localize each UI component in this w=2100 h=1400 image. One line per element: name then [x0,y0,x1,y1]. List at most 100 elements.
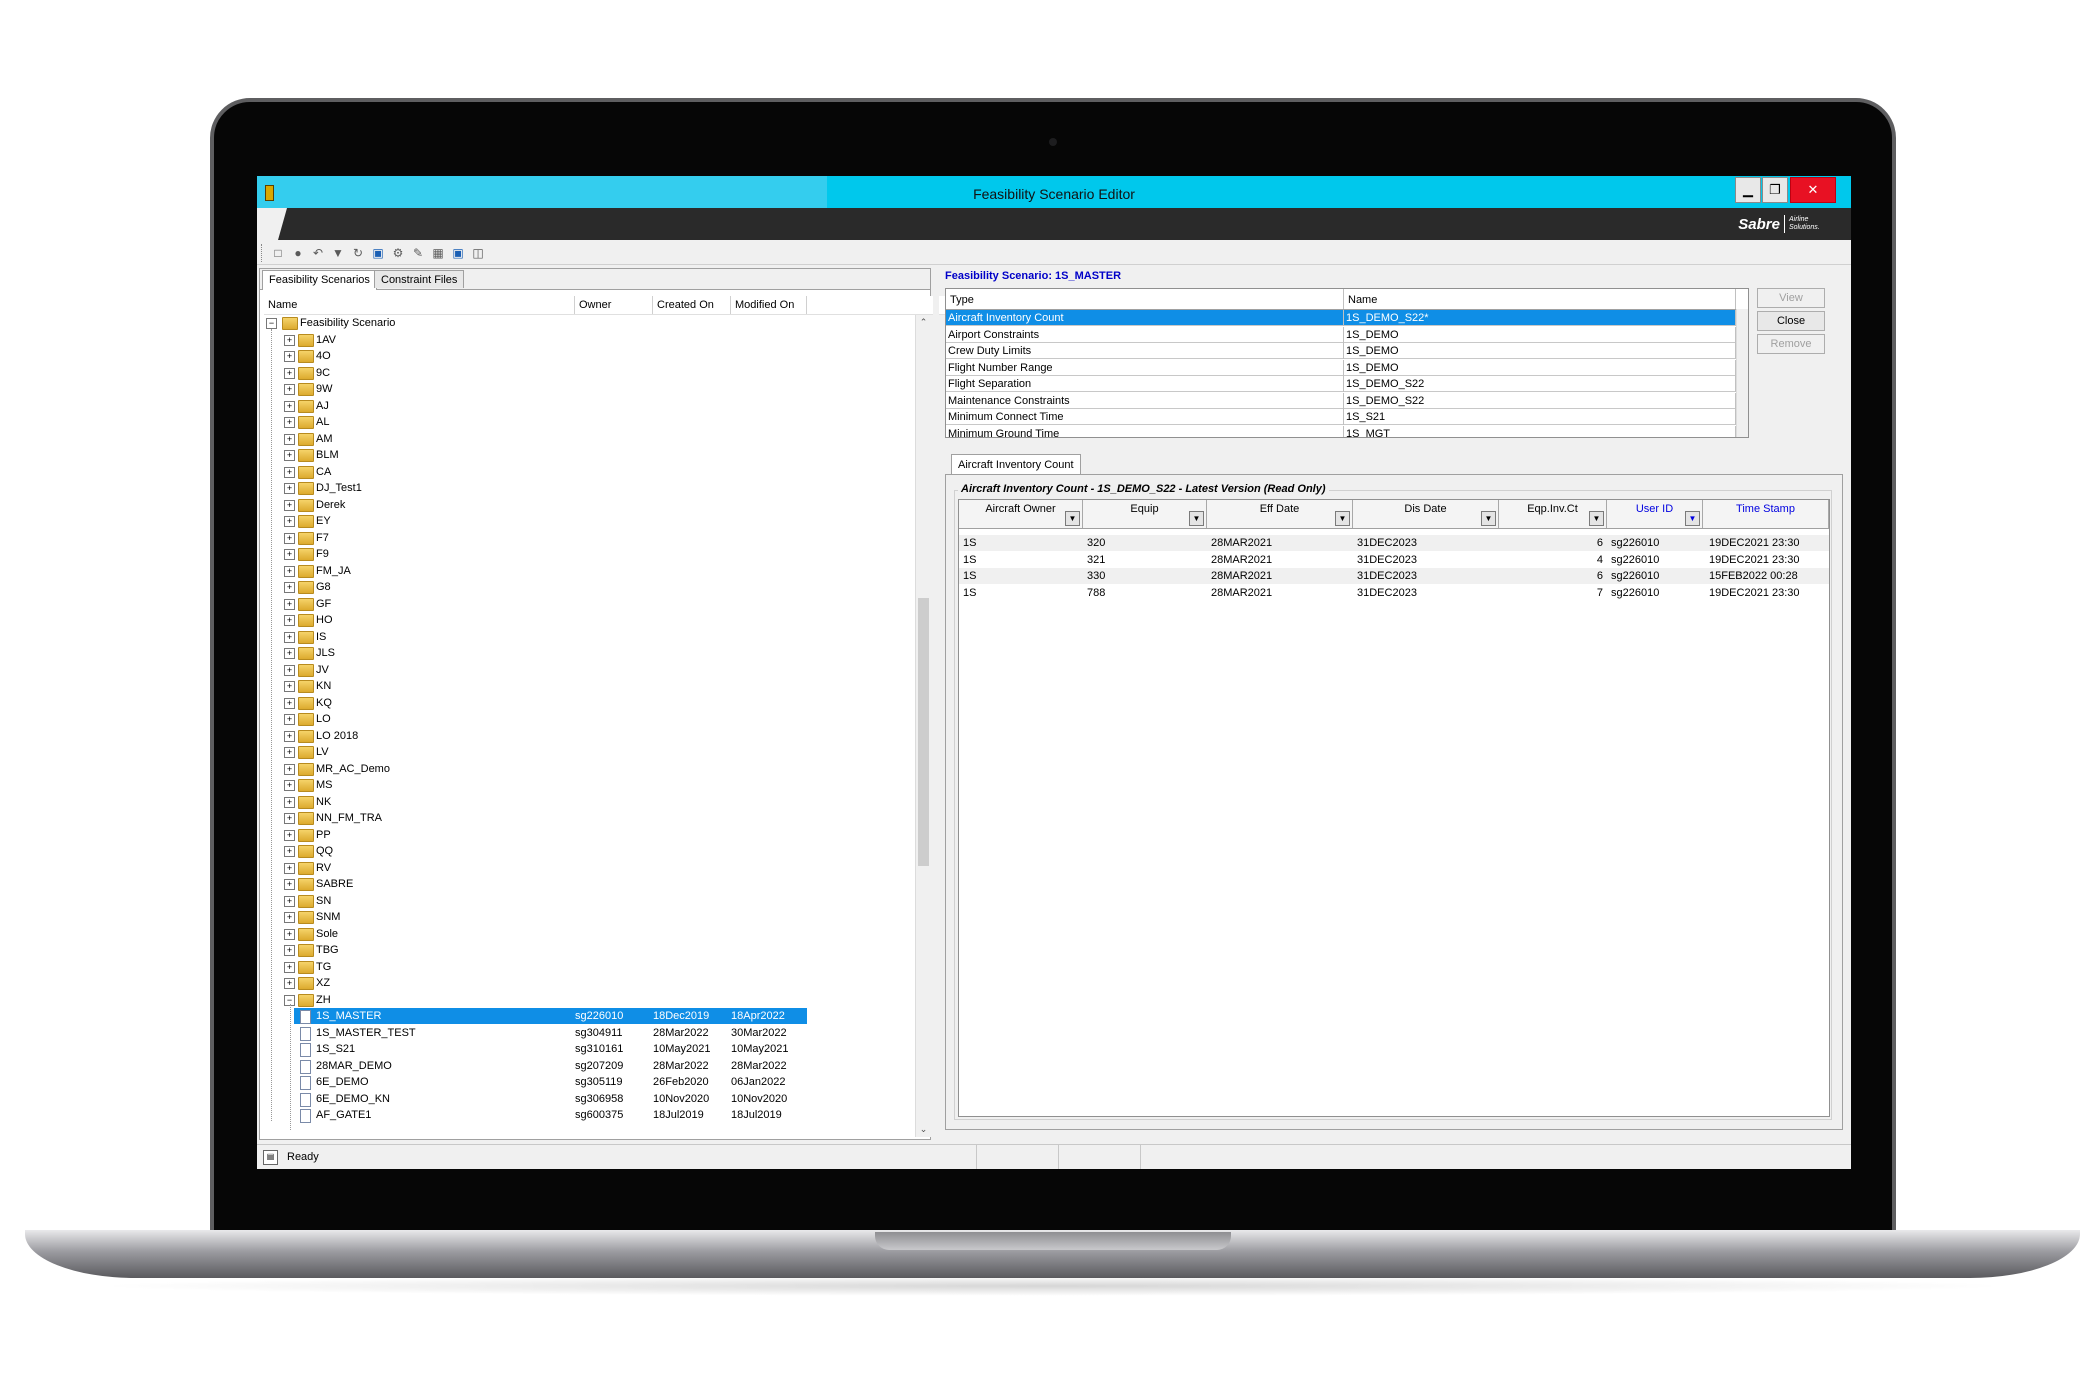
toolbar-grip[interactable] [261,244,265,262]
column-owner[interactable]: Owner [575,296,653,314]
tree-file[interactable]: 6E_DEMO_KN sg306958 10Nov2020 10Nov2020 [294,1091,807,1107]
expand-icon[interactable]: + [284,730,295,742]
tree-folder[interactable]: + FM_JA [264,563,564,579]
expand-icon[interactable]: + [284,400,295,412]
remove-button[interactable]: Remove [1757,334,1825,354]
expand-icon[interactable]: + [284,384,295,395]
tree-folder[interactable]: + SN [264,893,564,909]
tree-folder[interactable]: + EY [264,513,564,529]
inventory-column-header[interactable]: Eff Date ▼ [1207,500,1353,528]
filter-dropdown-icon[interactable]: ▼ [1335,511,1350,526]
expand-icon[interactable]: + [284,912,295,923]
expand-icon[interactable]: + [284,549,295,560]
tree-folder[interactable]: + SABRE [264,876,564,892]
expand-icon[interactable]: + [284,780,295,791]
tree-folder[interactable]: + BLM [264,447,564,463]
expand-icon[interactable]: + [284,598,295,610]
tree-folder[interactable]: + JLS [264,645,564,661]
tree-folder[interactable]: +9W [264,381,564,397]
expand-icon[interactable]: + [284,796,295,808]
tree-folder[interactable]: + XZ [264,975,564,991]
save-icon[interactable]: ▣ [371,246,385,260]
expand-icon[interactable]: + [284,433,295,445]
grid-icon[interactable]: ▦ [431,246,445,260]
expand-icon[interactable]: + [284,582,295,593]
tree-folder[interactable]: + IS [264,629,564,645]
tree-folder[interactable]: + F7 [264,530,564,546]
expand-icon[interactable]: + [284,516,295,527]
tree-folder[interactable]: + AM [264,431,564,447]
tree-folder[interactable]: + HO [264,612,564,628]
inventory-column-header[interactable]: Equip ▼ [1083,500,1207,528]
tree-folder[interactable]: + NN_FM_TRA [264,810,564,826]
type-row[interactable]: Maintenance Constraints 1S_DEMO_S22 [946,392,1736,409]
tab-feasibility-scenarios[interactable]: Feasibility Scenarios [262,270,377,290]
expand-icon[interactable]: + [284,697,295,709]
inventory-row[interactable]: 1S 321 28MAR2021 31DEC2023 4 sg226010 19DEC202… [959,551,1829,568]
filter-dropdown-icon[interactable]: ▼ [1065,511,1080,526]
settings-icon[interactable]: ⚙ [391,246,405,260]
expand-icon[interactable]: + [284,862,295,874]
filter-dropdown-icon[interactable]: ▼ [1589,511,1604,526]
expand-icon[interactable]: + [284,450,295,461]
type-row[interactable]: Minimum Ground Time 1S_MGT [946,425,1736,437]
inventory-column-header[interactable]: Aircraft Owner ▼ [959,500,1083,528]
export-icon[interactable]: ◫ [471,246,485,260]
tree-folder[interactable]: + DJ_Test1 [264,480,564,496]
filter-dropdown-icon[interactable]: ▼ [1481,511,1496,526]
expand-icon[interactable]: + [284,829,295,841]
inventory-row[interactable]: 1S 788 28MAR2021 31DEC2023 7 sg226010 19DEC202… [959,584,1829,601]
filter-dropdown-icon[interactable]: ▼ [1189,511,1204,526]
inventory-row[interactable]: 1S 330 28MAR2021 31DEC2023 6 sg226010 15FEB202… [959,568,1829,584]
type-row[interactable]: Crew Duty Limits 1S_DEMO [946,343,1736,359]
column-modified-on[interactable]: Modified On [731,296,807,314]
tree-file[interactable]: 1S_MASTER_TEST sg304911 28Mar2022 30Mar2022 [294,1025,807,1041]
tree-folder[interactable]: + LO [264,711,564,727]
expand-icon[interactable]: + [284,631,295,643]
expand-icon[interactable]: + [284,846,295,857]
view-button[interactable]: View [1757,288,1825,308]
expand-icon[interactable]: + [284,417,295,428]
tree-folder[interactable]: + F9 [264,546,564,562]
column-created-on[interactable]: Created On [653,296,731,314]
type-row[interactable]: Flight Number Range 1S_DEMO [946,359,1736,376]
expand-icon[interactable]: + [284,895,295,907]
type-grid-scrollbar[interactable] [1736,309,1748,437]
expand-icon[interactable]: + [284,879,295,890]
expand-icon[interactable]: + [284,681,295,692]
column-name[interactable]: Name [1344,289,1736,309]
tree-folder[interactable]: + NK [264,794,564,810]
expand-icon[interactable]: + [284,532,295,544]
expand-icon[interactable]: + [284,664,295,676]
tree-folder[interactable]: + KN [264,678,564,694]
expand-icon[interactable]: + [284,334,295,346]
expand-icon[interactable]: + [284,928,295,940]
expand-icon[interactable]: + [284,351,295,362]
tree-folder[interactable]: +9C [264,365,564,381]
undo-icon[interactable]: ↶ [311,246,325,260]
tree-folder[interactable]: + Derek [264,497,564,513]
tree-folder[interactable]: + TBG [264,942,564,958]
tree-folder[interactable]: + LV [264,744,564,760]
tree-root[interactable]: − Feasibility Scenario [264,315,564,331]
tree-folder[interactable]: + G8 [264,579,564,595]
inventory-column-header[interactable]: User ID ▼ [1607,500,1703,528]
tree-folder[interactable]: + QQ [264,843,564,859]
minimize-button[interactable]: ▁ [1735,177,1761,203]
tree-folder[interactable]: + SNM [264,909,564,925]
inventory-column-header[interactable]: Time Stamp [1703,500,1829,528]
filter-dropdown-icon[interactable]: ▼ [1685,511,1700,526]
tree-folder[interactable]: + CA [264,464,564,480]
expand-icon[interactable]: + [284,978,295,989]
tree-folder[interactable]: + MS [264,777,564,793]
tree-file[interactable]: 1S_MASTER sg226010 18Dec2019 18Apr2022 [294,1008,807,1024]
tree-folder[interactable]: − ZH [264,992,564,1008]
tree-folder[interactable]: + AL [264,414,564,430]
open-icon[interactable]: ● [291,246,305,260]
inventory-column-header[interactable]: Dis Date ▼ [1353,500,1499,528]
tree-file[interactable]: 28MAR_DEMO sg207209 28Mar2022 28Mar2022 [294,1058,807,1074]
tree-folder[interactable]: + PP [264,827,564,843]
pane-splitter[interactable] [933,268,939,1140]
tree-file[interactable]: 6E_DEMO sg305119 26Feb2020 06Jan2022 [294,1074,807,1090]
type-row[interactable]: Airport Constraints 1S_DEMO [946,326,1736,343]
